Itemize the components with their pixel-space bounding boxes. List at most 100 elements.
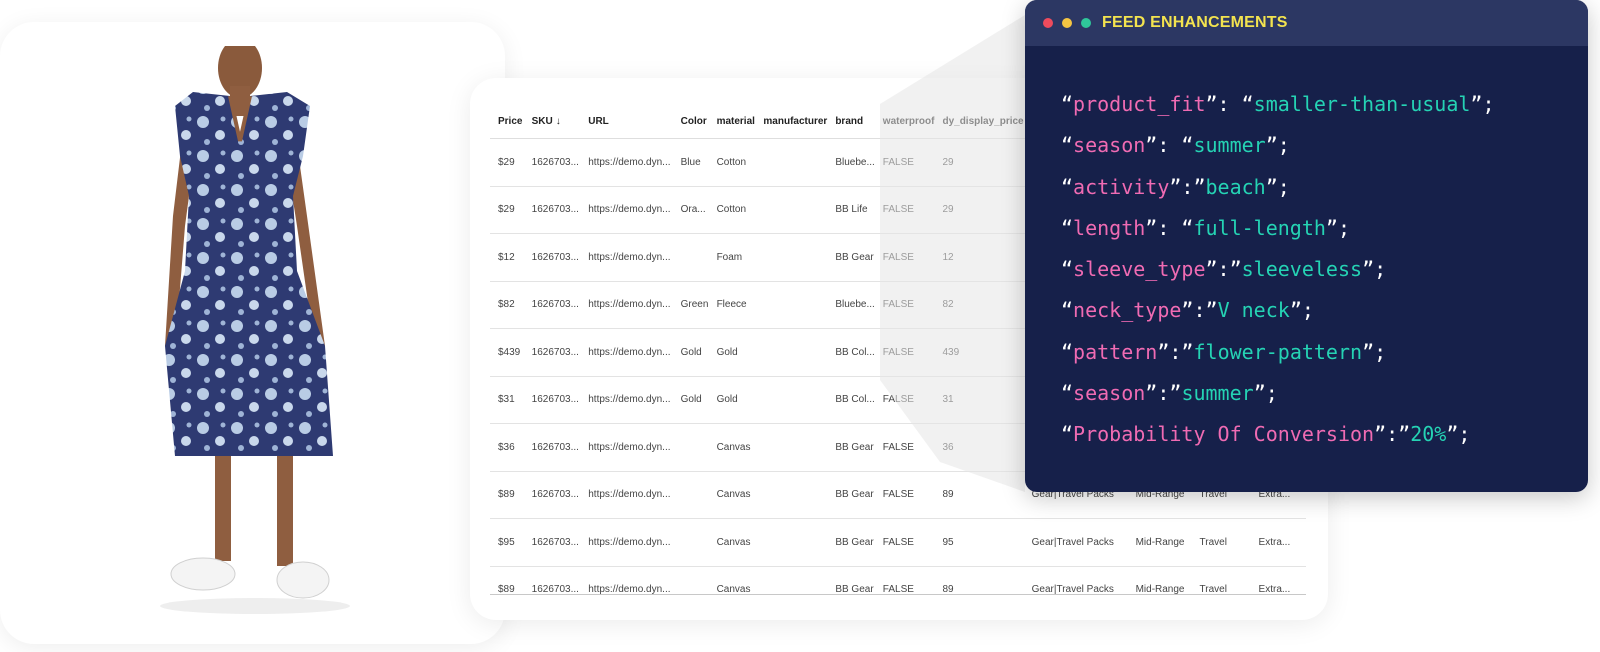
separator: :” [1193,298,1218,323]
column-header[interactable]: dy_display_price [934,104,1024,139]
column-header-label: dy_display_price [942,115,1024,127]
table-cell: FALSE [874,233,935,282]
table-cell: 29 [934,186,1024,234]
table-cell: 29 [934,138,1024,187]
table-cell [672,423,709,472]
column-header-label: SKU [531,115,553,127]
column-header[interactable]: waterproof [874,104,935,139]
table-cell: https://demo.dyn... [580,186,673,234]
table-cell: Foam [708,233,756,282]
column-header[interactable]: manufacturer [755,104,828,139]
open-quote: “ [1061,174,1074,199]
table-cell: Canvas [708,471,756,519]
table-cell [755,281,828,329]
code-line: “Probability Of Conversion”:”20%”; [1061,414,1588,455]
table-cell: Canvas [708,566,756,594]
attribute-value: flower-pattern [1193,339,1363,364]
attribute-key: Probability Of Conversion [1073,422,1375,447]
table-cell: FALSE [874,138,935,187]
table-cell: BB Life [827,186,875,234]
column-header-label: URL [588,115,609,127]
close-dot-icon[interactable] [1043,18,1053,28]
open-quote: “ [1061,215,1074,240]
table-row[interactable]: $95 1626703... https://demo.dyn... Canvas BB… [490,518,1306,567]
table-cell [672,471,709,519]
close-quote: ” [1145,381,1158,406]
table-cell: Gold [708,328,756,377]
attribute-value: 20% [1410,422,1447,447]
table-cell: 82 [934,281,1024,329]
column-header-label: material [716,115,755,127]
column-header[interactable]: brand [827,104,875,139]
table-cell: BB Col... [827,328,875,377]
table-cell: https://demo.dyn... [580,328,673,377]
table-cell: Blue [672,138,709,187]
table-cell: $36 [490,423,524,472]
table-cell: BB Col... [827,376,875,424]
close-quote: ” [1205,92,1218,116]
window-titlebar: FEED ENHANCEMENTS [1025,0,1588,46]
feed-enhancements-window: FEED ENHANCEMENTS “product_fit”: “smalle… [1025,0,1588,492]
table-cell [755,138,828,187]
table-cell [672,518,709,567]
close-quote: ” [1145,215,1158,240]
column-header-label: waterproof [882,115,935,127]
open-quote: “ [1061,92,1074,116]
attribute-key: pattern [1073,339,1158,364]
table-cell: Bluebe... [827,138,875,187]
column-header[interactable]: URL [580,104,673,139]
table-cell: https://demo.dyn... [580,423,673,472]
table-cell [755,328,828,377]
close-quote: ” [1181,298,1194,323]
close-quote: ” [1157,339,1170,364]
maximize-dot-icon[interactable] [1081,18,1091,28]
table-cell: FALSE [874,518,935,567]
line-end: ”; [1470,92,1495,116]
column-header[interactable]: Price [490,104,524,139]
code-line: “length”: “full-length”; [1061,208,1588,249]
arrow-down-icon[interactable]: ↓ [556,116,561,127]
attribute-value: sleeveless [1241,257,1363,282]
table-cell: Canvas [708,518,756,567]
table-cell [755,186,828,234]
table-cell: BB Gear [827,423,875,472]
open-quote: “ [1061,298,1074,323]
attribute-key: product_fit [1073,92,1206,116]
table-cell: https://demo.dyn... [580,376,673,424]
table-cell: $29 [490,186,524,234]
line-end: ”; [1325,215,1351,240]
code-line: “sleeve_type”:”sleeveless”; [1061,249,1588,290]
table-cell: FALSE [874,423,935,472]
table-cell: 31 [934,376,1024,424]
column-header[interactable]: SKU ↓ [523,104,581,139]
code-block: “product_fit”: “smaller-than-usual”; “sea… [1025,46,1588,456]
separator: : “ [1157,133,1194,158]
attribute-key: season [1073,133,1146,158]
attribute-value: full-length [1193,215,1326,240]
table-cell: https://demo.dyn... [580,281,673,329]
separator: :” [1181,174,1206,199]
table-cell: BB Gear [827,471,875,519]
table-row[interactable]: $89 1626703... https://demo.dyn... Canvas BB… [490,566,1306,594]
column-header[interactable]: material [708,104,756,139]
table-cell: Canvas [708,423,756,472]
table-cell: 1626703... [523,186,581,234]
attribute-value: summer [1193,133,1266,158]
line-end: ”; [1265,174,1290,199]
line-end: ”; [1253,381,1278,406]
column-header-label: manufacturer [763,115,828,127]
table-cell: Gold [672,328,709,377]
table-cell: 1626703... [523,376,581,424]
table-cell: 1626703... [523,471,581,519]
table-cell: BB Gear [827,233,875,282]
attribute-key: length [1073,215,1146,240]
table-cell: Cotton [708,138,756,187]
column-header-label: brand [835,115,864,127]
separator: :” [1217,257,1242,282]
table-cell: FALSE [874,376,935,424]
table-cell: Extra... [1250,566,1306,594]
column-header[interactable]: Color [672,104,709,139]
column-header-label: Price [498,115,523,127]
line-end: ”; [1362,257,1387,282]
minimize-dot-icon[interactable] [1062,18,1072,28]
